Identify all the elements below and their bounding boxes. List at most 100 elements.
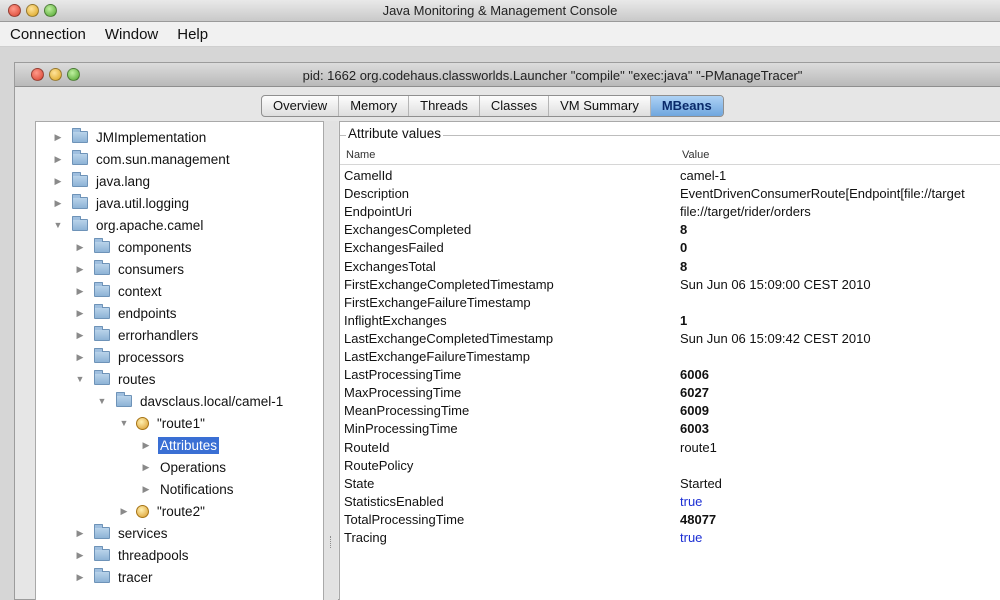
tree-node[interactable]: ▶ java.lang <box>52 170 152 192</box>
attribute-row[interactable]: MaxProcessingTime 6027 <box>340 385 1000 403</box>
attribute-value[interactable]: route1 <box>680 440 717 455</box>
tree-node[interactable]: ▶ context <box>74 280 164 302</box>
collapsed-arrow-icon[interactable]: ▶ <box>74 242 86 253</box>
column-header-name[interactable]: Name <box>346 149 375 161</box>
attribute-row[interactable]: CamelId camel-1 <box>340 168 1000 186</box>
tree-node[interactable]: ▶ errorhandlers <box>74 324 200 346</box>
attribute-value[interactable]: EventDrivenConsumerRoute[Endpoint[file:/… <box>680 186 965 201</box>
splitter-grip[interactable] <box>330 536 332 548</box>
collapsed-arrow-icon[interactable]: ▶ <box>52 154 64 165</box>
tree-node[interactable]: ▼ davsclaus.local/camel-1 <box>96 390 285 412</box>
tree-node-label[interactable]: Operations <box>158 459 228 476</box>
attribute-value[interactable]: 8 <box>680 259 687 274</box>
attribute-value[interactable]: true <box>680 494 702 509</box>
collapsed-arrow-icon[interactable]: ▶ <box>74 550 86 561</box>
collapsed-arrow-icon[interactable]: ▶ <box>52 132 64 143</box>
tree-node[interactable]: ▶ java.util.logging <box>52 192 191 214</box>
tree-node-label[interactable]: davsclaus.local/camel-1 <box>138 393 285 410</box>
attribute-row[interactable]: State Started <box>340 476 1000 494</box>
attribute-row[interactable]: MinProcessingTime 6003 <box>340 421 1000 439</box>
collapsed-arrow-icon[interactable]: ▶ <box>118 506 130 517</box>
tree-node-label[interactable]: java.util.logging <box>94 195 191 212</box>
attribute-row[interactable]: TotalProcessingTime 48077 <box>340 512 1000 530</box>
attribute-row[interactable]: RoutePolicy <box>340 458 1000 476</box>
collapsed-arrow-icon[interactable]: ▶ <box>74 528 86 539</box>
attribute-row[interactable]: Tracing true <box>340 530 1000 548</box>
collapsed-arrow-icon[interactable]: ▶ <box>74 572 86 583</box>
tree-node-label[interactable]: context <box>116 283 164 300</box>
expanded-arrow-icon[interactable]: ▼ <box>118 418 130 428</box>
tree-node-label[interactable]: Notifications <box>158 481 236 498</box>
tree-node-label[interactable]: processors <box>116 349 186 366</box>
close-connection-icon[interactable] <box>31 68 44 81</box>
attribute-value[interactable]: 6006 <box>680 367 709 382</box>
minimize-connection-icon[interactable] <box>49 68 62 81</box>
tree-node-label[interactable]: JMImplementation <box>94 129 208 146</box>
menu-window[interactable]: Window <box>95 26 167 43</box>
tree-node[interactable]: ▶ consumers <box>74 258 186 280</box>
attribute-value[interactable]: Sun Jun 06 15:09:00 CEST 2010 <box>680 277 871 292</box>
attribute-value[interactable]: 0 <box>680 240 687 255</box>
collapsed-arrow-icon[interactable]: ▶ <box>140 462 152 473</box>
tree-node[interactable]: ▶ Operations <box>140 456 228 478</box>
tree-node[interactable]: ▶ "route2" <box>118 500 207 522</box>
attribute-value[interactable]: Sun Jun 06 15:09:42 CEST 2010 <box>680 331 871 346</box>
tree-node-label[interactable]: org.apache.camel <box>94 217 205 234</box>
tree-node[interactable]: ▼ "route1" <box>118 412 207 434</box>
collapsed-arrow-icon[interactable]: ▶ <box>74 264 86 275</box>
zoom-connection-icon[interactable] <box>67 68 80 81</box>
attribute-value[interactable]: Started <box>680 476 722 491</box>
tree-node[interactable]: ▶ processors <box>74 346 186 368</box>
attribute-value[interactable]: 48077 <box>680 512 716 527</box>
mbean-tree[interactable]: ▶ JMImplementation ▶ com.sun.management ▶ jav… <box>35 121 324 600</box>
attribute-row[interactable]: EndpointUri file://target/rider/orders <box>340 204 1000 222</box>
tree-node-label[interactable]: java.lang <box>94 173 152 190</box>
attribute-row[interactable]: StatisticsEnabled true <box>340 494 1000 512</box>
attribute-value[interactable]: 6009 <box>680 403 709 418</box>
tab-threads[interactable]: Threads <box>409 96 480 116</box>
tab-overview[interactable]: Overview <box>262 96 340 116</box>
attribute-value[interactable]: 8 <box>680 222 687 237</box>
tree-node-label[interactable]: services <box>116 525 170 542</box>
attribute-row[interactable]: InflightExchanges 1 <box>340 313 1000 331</box>
expanded-arrow-icon[interactable]: ▼ <box>96 396 108 406</box>
collapsed-arrow-icon[interactable]: ▶ <box>140 484 152 495</box>
attribute-row[interactable]: FirstExchangeFailureTimestamp <box>340 295 1000 313</box>
tree-node[interactable]: ▶ services <box>74 522 170 544</box>
tree-node-label[interactable]: threadpools <box>116 547 191 564</box>
attribute-value[interactable]: 6027 <box>680 385 709 400</box>
tree-node[interactable]: ▼ org.apache.camel <box>52 214 205 236</box>
tree-node[interactable]: ▶ tracer <box>74 566 155 588</box>
tree-node[interactable]: ▶ components <box>74 236 194 258</box>
attribute-row[interactable]: RouteId route1 <box>340 440 1000 458</box>
tree-node-label[interactable]: consumers <box>116 261 186 278</box>
menu-help[interactable]: Help <box>167 26 217 43</box>
tree-node-label[interactable]: "route1" <box>155 415 207 432</box>
tree-node[interactable]: ▶ Attributes <box>140 434 220 456</box>
column-header-value[interactable]: Value <box>682 149 709 161</box>
attribute-row[interactable]: LastProcessingTime 6006 <box>340 367 1000 385</box>
collapsed-arrow-icon[interactable]: ▶ <box>74 352 86 363</box>
tree-node-label[interactable]: "route2" <box>155 503 207 520</box>
expanded-arrow-icon[interactable]: ▼ <box>74 374 86 384</box>
tree-node[interactable]: ▶ threadpools <box>74 544 191 566</box>
collapsed-arrow-icon[interactable]: ▶ <box>52 198 64 209</box>
tree-node-label[interactable]: errorhandlers <box>116 327 200 344</box>
tab-classes[interactable]: Classes <box>480 96 550 116</box>
attribute-row[interactable]: ExchangesTotal 8 <box>340 259 1000 277</box>
tree-node-label[interactable]: Attributes <box>158 436 220 454</box>
tree-node[interactable]: ▶ JMImplementation <box>52 126 208 148</box>
tree-node-label[interactable]: tracer <box>116 569 155 586</box>
collapsed-arrow-icon[interactable]: ▶ <box>74 330 86 341</box>
attribute-value[interactable]: camel-1 <box>680 168 726 183</box>
attribute-value[interactable]: 6003 <box>680 421 709 436</box>
attribute-row[interactable]: Description EventDrivenConsumerRoute[Endp… <box>340 186 1000 204</box>
tab-vm-summary[interactable]: VM Summary <box>549 96 651 116</box>
expanded-arrow-icon[interactable]: ▼ <box>52 220 64 230</box>
attribute-row[interactable]: ExchangesCompleted 8 <box>340 222 1000 240</box>
tree-node-label[interactable]: com.sun.management <box>94 151 232 168</box>
tree-node[interactable]: ▶ endpoints <box>74 302 179 324</box>
attribute-value[interactable]: true <box>680 530 702 545</box>
attribute-row[interactable]: LastExchangeCompletedTimestamp Sun Jun 06… <box>340 331 1000 349</box>
collapsed-arrow-icon[interactable]: ▶ <box>52 176 64 187</box>
